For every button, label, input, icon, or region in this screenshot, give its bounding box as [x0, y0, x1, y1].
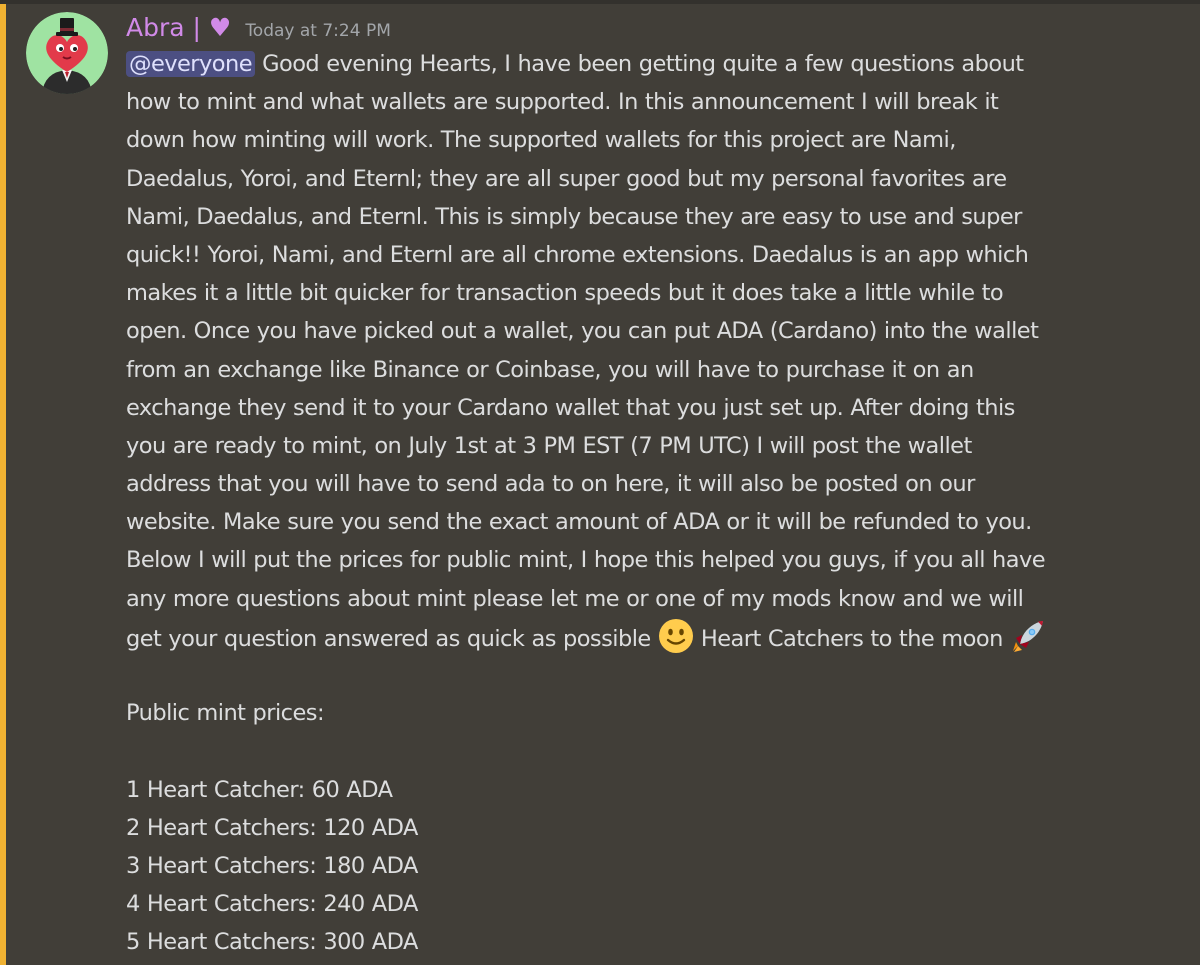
message-line: @everyone Good evening Hearts, I have be… — [126, 45, 1166, 83]
message-line: Nami, Daedalus, and Eternl. This is simp… — [126, 203, 1022, 230]
message-line: makes it a little bit quicker for transa… — [126, 280, 1004, 307]
price-item: 5 Heart Catchers: 300 ADA — [126, 929, 418, 956]
message-line: how to mint and what wallets are support… — [126, 89, 999, 116]
message-line: exchange they send it to your Cardano wa… — [126, 394, 1015, 421]
message-line: down how minting will work. The supporte… — [126, 127, 956, 154]
message-line: address that you will have to send ada t… — [126, 471, 975, 498]
heart-character-avatar-icon — [26, 12, 108, 94]
prices-heading: Public mint prices: — [126, 700, 325, 727]
message-header: Abra | ♥ Today at 7:24 PM — [126, 10, 391, 46]
author-username[interactable]: Abra | ♥ — [126, 10, 231, 46]
message-line: open. Once you have picked out a wallet,… — [126, 318, 1039, 345]
slightly-smiling-face-icon[interactable] — [658, 618, 694, 654]
everyone-mention[interactable]: @everyone — [126, 51, 255, 77]
price-item: 2 Heart Catchers: 120 ADA — [126, 814, 418, 841]
message-text: get your question answered as quick as p… — [126, 625, 658, 652]
message-line: any more questions about mint please let… — [126, 585, 1024, 612]
price-item: 1 Heart Catcher: 60 ADA — [126, 776, 393, 803]
mention-highlight-bar — [0, 4, 6, 965]
message-text: Heart Catchers to the moon — [693, 625, 1010, 652]
top-divider — [0, 0, 1200, 4]
message-line: website. Make sure you send the exact am… — [126, 509, 1032, 536]
message-line: quick!! Yoroi, Nami, and Eternl are all … — [126, 241, 1029, 268]
slightly-smiling-face-icon — [658, 618, 693, 653]
message-line: from an exchange like Binance or Coinbas… — [126, 356, 974, 383]
message-line-with-emoji: get your question answered as quick as p… — [126, 618, 1166, 656]
price-item: 3 Heart Catchers: 180 ADA — [126, 852, 418, 879]
message-line: Below I will put the prices for public m… — [126, 547, 1046, 574]
rocket-icon[interactable] — [1010, 618, 1046, 654]
message-content: @everyone Good evening Hearts, I have be… — [126, 45, 1166, 962]
rocket-icon — [1012, 620, 1043, 652]
avatar[interactable] — [26, 12, 108, 94]
message-line: Daedalus, Yoroi, and Eternl; they are al… — [126, 165, 1007, 192]
message-line: you are ready to mint, on July 1st at 3 … — [126, 432, 972, 459]
price-item: 4 Heart Catchers: 240 ADA — [126, 891, 418, 918]
message-timestamp[interactable]: Today at 7:24 PM — [245, 21, 391, 41]
message-text: Good evening Hearts, I have been getting… — [255, 51, 1024, 77]
